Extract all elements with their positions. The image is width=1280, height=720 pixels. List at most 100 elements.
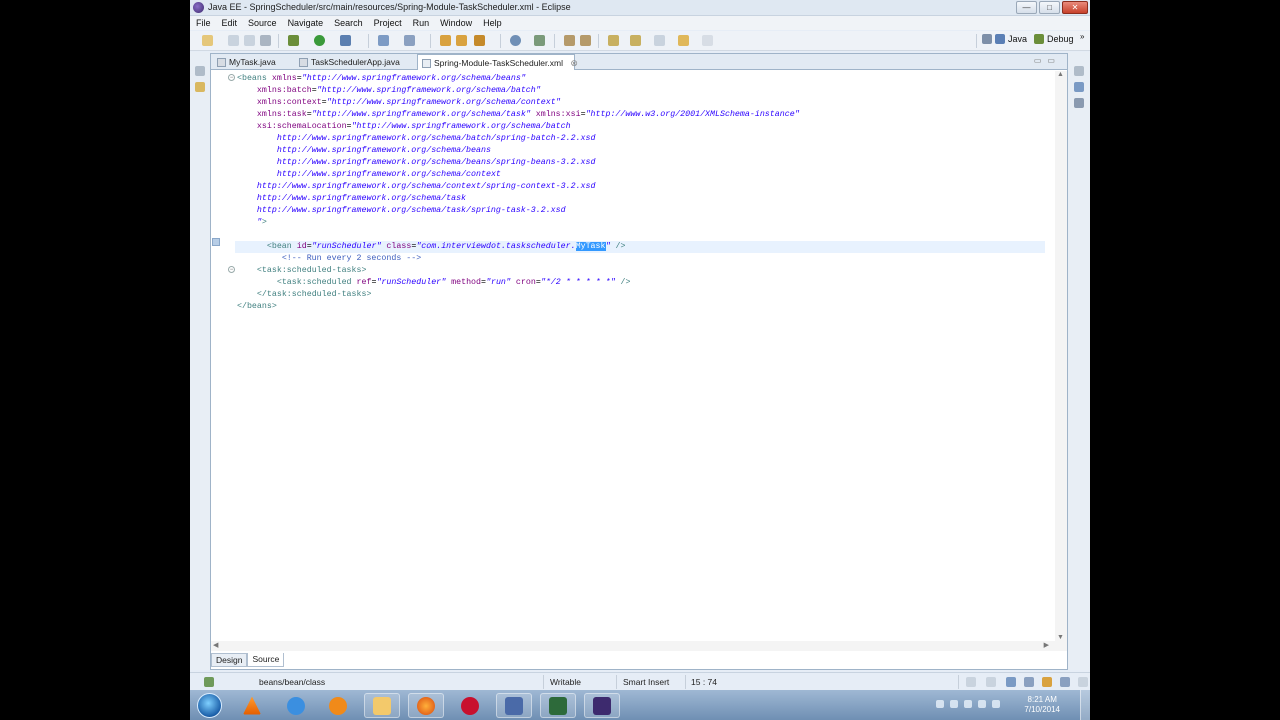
outline-icon[interactable]	[1074, 82, 1084, 92]
code-line[interactable]: − <beans xmlns="http://www.springframewor…	[228, 73, 1047, 85]
code-line[interactable]: <task:scheduled ref="runScheduler" metho…	[237, 277, 1047, 289]
tab-mytask-java[interactable]: MyTask.java	[213, 54, 295, 70]
fold-toggle-icon[interactable]: −	[228, 266, 235, 273]
tab-taskschedulerapp-java[interactable]: TaskSchedulerApp.java	[295, 54, 417, 70]
new-server-icon[interactable]	[378, 35, 389, 46]
tab-spring-module-xml[interactable]: Spring-Module-TaskScheduler.xml ⊗	[417, 54, 578, 71]
problems-view-icon[interactable]	[1006, 677, 1016, 687]
vlc-icon[interactable]	[234, 693, 270, 718]
firefox-icon[interactable]	[408, 693, 444, 718]
vertical-scrollbar[interactable]: ▲ ▼	[1055, 71, 1067, 641]
scroll-right-icon[interactable]: ▶	[1044, 641, 1049, 649]
menu-navigate[interactable]: Navigate	[288, 18, 324, 28]
print-icon[interactable]	[260, 35, 271, 46]
save-disk-icon[interactable]	[496, 693, 532, 718]
snippets-view-icon[interactable]	[1078, 677, 1088, 687]
last-edit-icon[interactable]	[654, 35, 665, 46]
task-list-icon[interactable]	[1074, 98, 1084, 108]
network-icon[interactable]	[964, 700, 972, 708]
menu-source[interactable]: Source	[248, 18, 277, 28]
code-line[interactable]: </task:scheduled-tasks>	[237, 289, 1047, 301]
media-player-icon[interactable]	[320, 693, 356, 718]
code-line[interactable]: xmlns:task="http://www.springframework.o…	[237, 109, 1047, 121]
code-line[interactable]: xmlns:context="http://www.springframewor…	[237, 97, 1047, 109]
forward-icon[interactable]	[702, 35, 713, 46]
minimize-button[interactable]: —	[1016, 1, 1037, 14]
debug-perspective-button[interactable]: Debug	[1034, 34, 1074, 44]
markers-view-icon[interactable]	[1042, 677, 1052, 687]
close-tab-icon[interactable]: ⊗	[570, 55, 578, 71]
code-line[interactable]	[237, 229, 1047, 241]
code-line[interactable]: − <task:scheduled-tasks>	[228, 265, 1047, 277]
toggle-mark-icon[interactable]	[534, 35, 545, 46]
more-perspectives-button[interactable]: »	[1080, 32, 1084, 41]
code-line[interactable]: ">	[237, 217, 1047, 229]
code-line[interactable]: http://www.springframework.org/schema/be…	[237, 145, 1047, 157]
annotation-icon[interactable]	[564, 35, 575, 46]
menu-search[interactable]: Search	[334, 18, 363, 28]
flag-icon[interactable]	[992, 700, 1000, 708]
show-desktop-button[interactable]	[1080, 690, 1090, 720]
tray-arrow-icon[interactable]	[936, 700, 944, 708]
xml-source-code[interactable]: − <beans xmlns="http://www.springframewor…	[228, 73, 1047, 313]
open-task-icon[interactable]	[456, 35, 467, 46]
run-icon[interactable]	[314, 35, 325, 46]
menu-project[interactable]: Project	[374, 18, 402, 28]
external-tools-icon[interactable]	[340, 35, 351, 46]
code-line[interactable]: xsi:schemaLocation="http://www.springfra…	[237, 121, 1047, 133]
start-button[interactable]	[197, 693, 222, 718]
globe-icon[interactable]	[510, 35, 521, 46]
save-all-icon[interactable]	[244, 35, 255, 46]
console-icon[interactable]	[540, 693, 576, 718]
horizontal-scrollbar[interactable]: ◀ ▶	[211, 641, 1067, 651]
code-line[interactable]: <bean id="runScheduler" class="com.inter…	[235, 241, 1045, 253]
volume-icon[interactable]	[950, 700, 958, 708]
code-line[interactable]: http://www.springframework.org/schema/co…	[237, 181, 1047, 193]
internet-explorer-icon[interactable]	[278, 693, 314, 718]
maximize-button[interactable]: □	[1039, 1, 1060, 14]
previous-annotation-icon[interactable]	[630, 35, 641, 46]
java-perspective-button[interactable]: Java	[982, 34, 1027, 44]
new-file-icon[interactable]	[202, 35, 213, 46]
code-line[interactable]: http://www.springframework.org/schema/co…	[237, 169, 1047, 181]
minimize-maximize-controls[interactable]: ▭▭	[1034, 56, 1061, 65]
scroll-left-icon[interactable]: ◀	[213, 641, 218, 649]
menu-window[interactable]: Window	[440, 18, 472, 28]
block-selection-icon[interactable]	[580, 35, 591, 46]
action-center-icon[interactable]	[978, 700, 986, 708]
search-icon[interactable]	[474, 35, 485, 46]
data-source-view-icon[interactable]	[1060, 677, 1070, 687]
fold-toggle-icon[interactable]: −	[228, 74, 235, 81]
next-annotation-icon[interactable]	[608, 35, 619, 46]
tab-design[interactable]: Design	[211, 653, 248, 667]
menu-run[interactable]: Run	[413, 18, 430, 28]
scroll-down-icon[interactable]: ▼	[1057, 634, 1064, 641]
servers-view-icon[interactable]	[1024, 677, 1034, 687]
eclipse-icon[interactable]	[584, 693, 620, 718]
source-editor[interactable]: − <beans xmlns="http://www.springframewor…	[211, 71, 1067, 641]
restore-icon[interactable]	[195, 66, 205, 76]
save-icon[interactable]	[228, 35, 239, 46]
package-explorer-icon[interactable]	[195, 82, 205, 92]
scroll-up-icon[interactable]: ▲	[1057, 71, 1064, 78]
debug-icon[interactable]	[288, 35, 299, 46]
open-type-icon[interactable]	[440, 35, 451, 46]
code-line[interactable]: <!-- Run every 2 seconds -->	[237, 253, 1047, 265]
code-line[interactable]: http://www.springframework.org/schema/ta…	[237, 193, 1047, 205]
back-icon[interactable]	[678, 35, 689, 46]
menu-file[interactable]: File	[196, 18, 211, 28]
code-line[interactable]: </beans>	[237, 301, 1047, 313]
filezilla-icon[interactable]	[452, 693, 488, 718]
code-line[interactable]: http://www.springframework.org/schema/be…	[237, 157, 1047, 169]
menu-help[interactable]: Help	[483, 18, 502, 28]
taskbar-clock[interactable]: 8:21 AM 7/10/2014	[1024, 695, 1060, 715]
code-line[interactable]: http://www.springframework.org/schema/ba…	[237, 133, 1047, 145]
menu-edit[interactable]: Edit	[222, 18, 238, 28]
code-line[interactable]: http://www.springframework.org/schema/ta…	[237, 205, 1047, 217]
restore-icon[interactable]	[1074, 66, 1084, 76]
explorer-icon[interactable]	[364, 693, 400, 718]
code-line[interactable]: xmlns:batch="http://www.springframework.…	[237, 85, 1047, 97]
close-button[interactable]: ✕	[1062, 1, 1088, 14]
new-class-icon[interactable]	[404, 35, 415, 46]
tab-source[interactable]: Source	[247, 653, 285, 667]
